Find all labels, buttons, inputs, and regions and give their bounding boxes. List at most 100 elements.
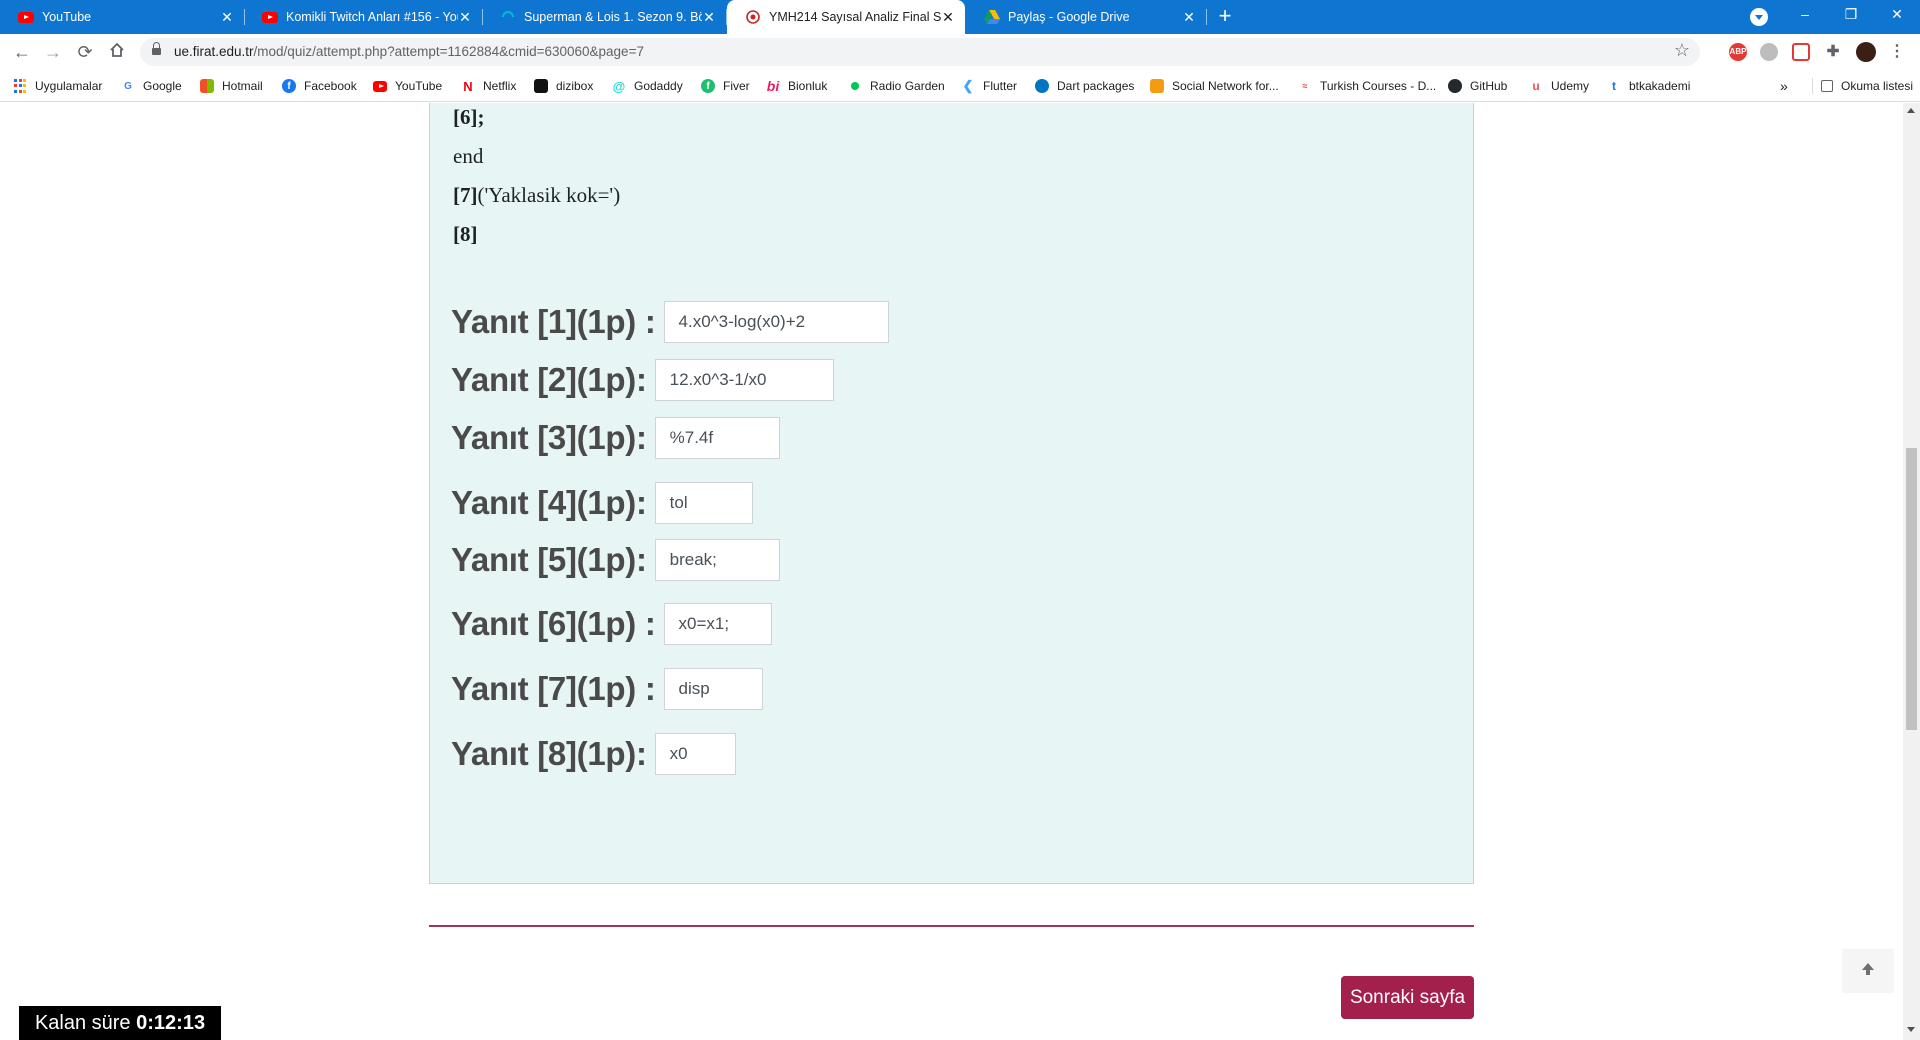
tab-title: YMH214 Sayısal Analiz Final Sına [769,10,941,24]
page-content: [6]; end [7]('Yaklasik kok=') [8] Yanıt … [0,103,1920,1040]
back-arrow-icon[interactable]: ← [10,40,34,64]
bookmark-dizibox[interactable]: dizibox [534,78,593,94]
tab-ymh214-quiz[interactable]: YMH214 Sayısal Analiz Final Sına ✕ [727,0,965,34]
bookmark-dart-packages[interactable]: Dart packages [1035,78,1134,94]
btk-icon: t [1612,79,1616,93]
menu-kebab-icon[interactable]: ⋮ [1888,43,1906,61]
answer-label: Yanıt [7](1p) : [451,670,656,707]
more-bookmarks-button[interactable]: » [1780,78,1788,94]
tab-twitch-video[interactable]: Komikli Twitch Anları #156 - YouT ✕ [244,0,483,34]
bookmark-hotmail[interactable]: Hotmail [200,78,263,94]
tab-google-drive[interactable]: Paylaş - Google Drive ✕ [966,0,1207,34]
tab-title: Paylaş - Google Drive [1008,10,1130,24]
bookmark-turkish-courses[interactable]: ≈ Turkish Courses - D... [1298,78,1437,94]
answer-input-8[interactable]: x0 [654,733,736,775]
question-panel: [6]; end [7]('Yaklasik kok=') [8] Yanıt … [429,103,1474,884]
minimize-button[interactable]: – [1782,0,1828,30]
turkish-courses-icon: ≈ [1302,81,1308,91]
profile-avatar[interactable] [1856,42,1876,62]
tab-youtube[interactable]: YouTube ✕ [0,0,245,34]
browser-toolbar: ← → ⟳ ue.firat.edu.tr/mod/quiz/attempt.p… [0,34,1920,70]
answer-input-7[interactable]: disp [663,668,763,710]
answer-row-4: Yanıt [4](1p): tol [451,482,753,524]
tab-title: Komikli Twitch Anları #156 - YouT [286,10,458,24]
scroll-up-arrow-icon[interactable] [1907,108,1915,113]
restore-button[interactable]: ❐ [1828,0,1874,30]
answer-input-1[interactable]: 4.x0^3-log(x0)+2 [663,301,889,343]
answer-label: Yanıt [4](1p): [451,484,647,521]
answer-input-4[interactable]: tol [654,482,753,524]
scroll-down-arrow-icon[interactable] [1907,1027,1915,1032]
answer-label: Yanıt [3](1p): [451,419,647,456]
answer-row-6: Yanıt [6](1p) : x0=x1; [451,603,772,645]
pocket-extension-icon[interactable] [1792,43,1810,61]
answer-label: Yanıt [2](1p): [451,361,647,398]
lock-icon[interactable] [152,42,161,57]
window-controls: – ❐ ✕ [1782,0,1920,34]
answer-label: Yanıt [5](1p): [451,541,647,578]
arrow-up-icon [1862,963,1874,975]
answer-row-3: Yanıt [3](1p): %7.4f [451,417,780,459]
bookmark-fiver[interactable]: f Fiver [701,78,750,94]
bookmark-radio-garden[interactable]: Radio Garden [848,78,945,94]
bookmark-social-network[interactable]: Social Network for... [1150,78,1279,94]
answer-row-5: Yanıt [5](1p): break; [451,539,780,581]
google-drive-icon [984,9,1000,25]
tab-strip: YouTube ✕ Komikli Twitch Anları #156 - Y… [0,0,1920,34]
bookmark-bionluk[interactable]: bi Bionluk [766,78,828,94]
bookmark-google[interactable]: G Google [121,78,182,94]
scrollbar-thumb[interactable] [1906,448,1917,730]
close-tab-icon[interactable]: ✕ [939,8,957,26]
adblock-plus-icon[interactable]: ABP [1729,43,1747,61]
extensions-puzzle-icon[interactable]: ✚ [1824,43,1842,61]
code-line: [6]; [453,105,485,129]
answer-label: Yanıt [1](1p) : [451,303,656,340]
dizi-icon [500,9,516,25]
close-window-button[interactable]: ✕ [1874,0,1920,30]
back-to-top-button[interactable] [1842,949,1894,993]
reload-icon[interactable]: ⟳ [73,40,97,64]
vertical-scrollbar[interactable] [1903,103,1920,1040]
bookmark-btkakademi[interactable]: t btkakademi [1607,78,1690,94]
url-text[interactable]: ue.firat.edu.tr/mod/quiz/attempt.php?att… [174,44,644,59]
bookmark-udemy[interactable]: u Udemy [1529,78,1589,94]
close-tab-icon[interactable]: ✕ [700,8,718,26]
bionluk-icon: bi [766,78,780,94]
bookmark-github[interactable]: GitHub [1448,78,1507,94]
flutter-icon: ❮ [962,78,974,93]
answer-label: Yanıt [8](1p): [451,735,647,772]
close-tab-icon[interactable]: ✕ [218,8,236,26]
answer-row-7: Yanıt [7](1p) : disp [451,668,763,710]
bookmark-godaddy[interactable]: @ Godaddy [612,78,683,94]
bookmark-netflix[interactable]: N Netflix [461,78,516,94]
close-tab-icon[interactable]: ✕ [1180,8,1198,26]
code-line: end [453,144,484,168]
address-bar[interactable]: ue.firat.edu.tr/mod/quiz/attempt.php?att… [140,38,1700,66]
home-icon[interactable] [105,40,129,64]
youtube-icon [18,9,34,25]
bookmark-star-icon[interactable]: ☆ [1674,40,1690,61]
next-page-button[interactable]: Sonraki sayfa [1341,976,1474,1019]
forward-arrow-icon[interactable]: → [41,40,65,64]
globe-extension-icon[interactable] [1760,43,1778,61]
tab-search-icon[interactable] [1750,8,1768,26]
moodle-icon [745,9,761,25]
bookmark-facebook[interactable]: f Facebook [282,78,357,94]
quiz-timer: Kalan süre 0:12:13 [19,1006,221,1040]
bookmark-apps[interactable]: Uygulamalar [13,78,102,94]
answer-input-3[interactable]: %7.4f [654,417,780,459]
answer-input-6[interactable]: x0=x1; [663,603,772,645]
bookmarks-bar: Uygulamalar G Google Hotmail f Facebook Yo… [0,70,1920,102]
tab-superman-lois[interactable]: Superman & Lois 1. Sezon 9. Bölü ✕ [482,0,727,34]
answer-input-2[interactable]: 12.x0^3-1/x0 [654,359,834,401]
answer-input-5[interactable]: break; [654,539,780,581]
github-icon [1448,79,1462,93]
bookmark-flutter[interactable]: ❮ Flutter [961,78,1017,94]
new-tab-button[interactable]: + [1212,5,1238,29]
bookmark-youtube[interactable]: YouTube [373,78,442,94]
answer-row-8: Yanıt [8](1p): x0 [451,733,736,775]
reading-list-button[interactable]: Okuma listesi [1812,78,1913,94]
microsoft-icon [200,79,214,93]
tab-title: YouTube [42,10,92,24]
close-tab-icon[interactable]: ✕ [456,8,474,26]
